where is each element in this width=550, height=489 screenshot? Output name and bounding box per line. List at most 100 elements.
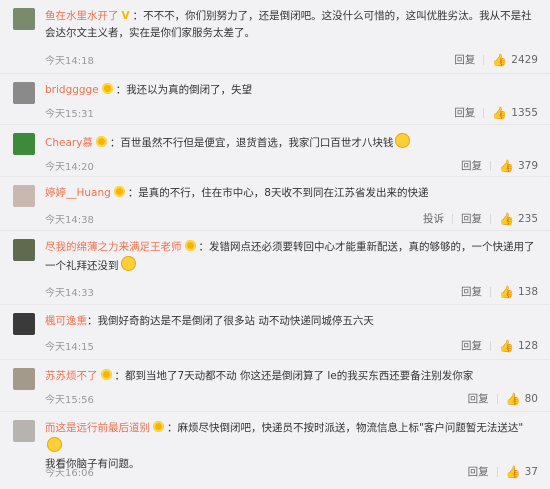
comment-item: 尽我的绵薄之力来满足王老师 ：发错网点还必须要转回中心才能重新配送，真的够够的，一…	[0, 231, 550, 305]
member-badge-icon	[95, 136, 107, 147]
reply-button[interactable]: 回复	[446, 105, 483, 120]
avatar-image	[13, 420, 35, 442]
comment-item: bridgggge ：我还以为真的倒闭了，失望 今天15:31 回复 👍 1355	[0, 74, 550, 125]
comment-text: ：我还以为真的倒闭了，失望	[115, 84, 253, 96]
comment-text: ：我倒好奇韵达是不是倒闭了很多站 动不动快递同城停五六天	[87, 315, 374, 327]
like-count: 235	[517, 212, 538, 225]
comment-text: ：百世虽然不行但是便宜，退货首选，我家门口百世才八块钱	[109, 137, 394, 149]
member-badge-icon	[153, 421, 164, 432]
comment-text: ：是真的不行，住在市中心，8天收不到同在江苏省发出来的快递	[127, 187, 429, 199]
comment-actions: 回复 👍 379	[453, 158, 538, 173]
comment-actions: 回复 👍 2429	[446, 52, 538, 67]
comment-time: 今天14:15	[45, 342, 94, 353]
avatar-image	[13, 133, 35, 155]
comment-item: Cheary慕 ：百世虽然不行但是便宜，退货首选，我家门口百世才八块钱 今天14:…	[0, 125, 550, 177]
comment-item: 鱼在水里水开了 V ：不不不，你们别努力了，还是倒闭吧。这没什么可惜的，这叫优胜劣汰…	[0, 0, 550, 74]
avatar-image	[13, 239, 35, 261]
member-badge-icon	[100, 369, 112, 380]
thumbs-up-icon: 👍	[505, 464, 521, 479]
member-badge-icon	[184, 240, 196, 251]
avatar-image	[13, 8, 35, 30]
like-button[interactable]: 👍 138	[491, 285, 538, 299]
reply-button[interactable]: 回复	[460, 391, 497, 406]
like-button[interactable]: 👍 128	[491, 339, 538, 353]
avatar-image	[13, 313, 35, 335]
report-button[interactable]: 投诉	[415, 211, 452, 226]
comment-actions: 回复 👍 138	[453, 284, 538, 299]
comment-time: 今天16:06	[45, 468, 94, 479]
comment-body: 鱼在水里水开了 V ：不不不，你们别努力了，还是倒闭吧。这没什么可惜的，这叫优胜劣汰…	[45, 8, 538, 42]
comment-text: ：都到当地了7天动都不动 你这还是倒闭算了 le的我买东西还要备注别发你家	[114, 370, 474, 382]
reply-button[interactable]: 回复	[453, 284, 490, 299]
comment-item: 婷婷__Huang ：是真的不行，住在市中心，8天收不到同在江苏省发出来的快递 今…	[0, 177, 550, 231]
like-button[interactable]: 👍 80	[498, 392, 538, 406]
avatar[interactable]	[13, 420, 35, 442]
username-link[interactable]: 尽我的绵薄之力来满足王老师	[45, 241, 182, 253]
comment-body: Cheary慕 ：百世虽然不行但是便宜，退货首选，我家门口百世才八块钱	[45, 133, 538, 152]
username-link[interactable]: 鱼在水里水开了	[45, 10, 119, 22]
comment-item: 苏苏烦不了 ：都到当地了7天动都不动 你这还是倒闭算了 le的我买东西还要备注别发…	[0, 360, 550, 412]
comment-text: ：麻烦尽快倒闭吧，快递员不按时派送，物流信息上标"客户问题暂无法送达"	[167, 422, 524, 434]
like-count: 379	[517, 159, 538, 172]
thumbs-up-icon: 👍	[499, 158, 514, 173]
reply-button[interactable]: 回复	[446, 52, 483, 67]
comment-time: 今天14:33	[45, 288, 94, 299]
thumbs-up-icon: 👍	[505, 391, 521, 406]
comment-actions: 回复 👍 37	[460, 464, 538, 479]
comment-list: 鱼在水里水开了 V ：不不不，你们别努力了，还是倒闭吧。这没什么可惜的，这叫优胜劣汰…	[0, 0, 550, 489]
username-link[interactable]: bridgggge	[45, 84, 99, 96]
emoji-icon	[47, 437, 62, 452]
like-button[interactable]: 👍 1355	[484, 106, 538, 120]
avatar-image	[13, 368, 35, 390]
member-badge-icon	[101, 83, 113, 94]
username-link[interactable]: 楓可逸熏	[45, 315, 87, 327]
reply-button[interactable]: 回复	[453, 158, 490, 173]
comment-time: 今天15:56	[45, 395, 94, 406]
thumbs-up-icon: 👍	[499, 284, 514, 299]
like-button[interactable]: 👍 379	[491, 159, 538, 173]
comment-item: 楓可逸熏：我倒好奇韵达是不是倒闭了很多站 动不动快递同城停五六天 今天14:15…	[0, 305, 550, 360]
emoji-icon	[395, 133, 411, 148]
username-link[interactable]: Cheary慕	[45, 137, 93, 149]
avatar[interactable]	[13, 82, 35, 104]
member-badge-icon	[113, 186, 125, 197]
avatar[interactable]	[13, 185, 35, 207]
reply-button[interactable]: 回复	[453, 211, 490, 226]
thumbs-up-icon: 👍	[492, 52, 508, 67]
comment-body: 婷婷__Huang ：是真的不行，住在市中心，8天收不到同在江苏省发出来的快递	[45, 185, 538, 202]
username-link[interactable]: 婷婷__Huang	[45, 187, 111, 199]
comment-actions: 回复 👍 128	[453, 338, 538, 353]
like-button[interactable]: 👍 2429	[484, 53, 538, 67]
like-count: 2429	[511, 53, 538, 66]
comment-body: bridgggge ：我还以为真的倒闭了，失望	[45, 82, 538, 99]
like-count: 80	[524, 392, 538, 405]
like-count: 1355	[511, 106, 538, 119]
avatar[interactable]	[13, 8, 35, 30]
reply-button[interactable]: 回复	[453, 338, 490, 353]
like-count: 37	[524, 465, 538, 478]
comment-actions: 回复 👍 1355	[446, 105, 538, 120]
reply-button[interactable]: 回复	[460, 464, 497, 479]
thumbs-up-icon: 👍	[492, 105, 508, 120]
like-button[interactable]: 👍 37	[498, 465, 538, 479]
like-count: 128	[517, 339, 538, 352]
comment-item: 而这是远行前最后道别 ：麻烦尽快倒闭吧，快递员不按时派送，物流信息上标"客户问题暂…	[0, 412, 550, 489]
comment-actions: 投诉 回复 👍 235	[415, 211, 538, 226]
comment-time: 今天14:20	[45, 162, 94, 173]
avatar[interactable]	[13, 133, 35, 155]
like-button[interactable]: 👍 235	[491, 212, 538, 226]
avatar-image	[13, 82, 35, 104]
comment-time: 今天15:31	[45, 109, 94, 120]
comment-body: 尽我的绵薄之力来满足王老师 ：发错网点还必须要转回中心才能重新配送，真的够够的，一…	[45, 239, 538, 275]
verified-v-icon: V	[121, 10, 130, 22]
avatar[interactable]	[13, 313, 35, 335]
comment-actions: 回复 👍 80	[460, 391, 538, 406]
avatar[interactable]	[13, 239, 35, 261]
avatar[interactable]	[13, 368, 35, 390]
like-count: 138	[517, 285, 538, 298]
username-link[interactable]: 而这是远行前最后道别	[45, 422, 150, 434]
comment-time: 今天14:38	[45, 215, 94, 226]
username-link[interactable]: 苏苏烦不了	[45, 370, 98, 382]
emoji-icon	[120, 256, 136, 271]
comment-time: 今天14:18	[45, 56, 94, 67]
